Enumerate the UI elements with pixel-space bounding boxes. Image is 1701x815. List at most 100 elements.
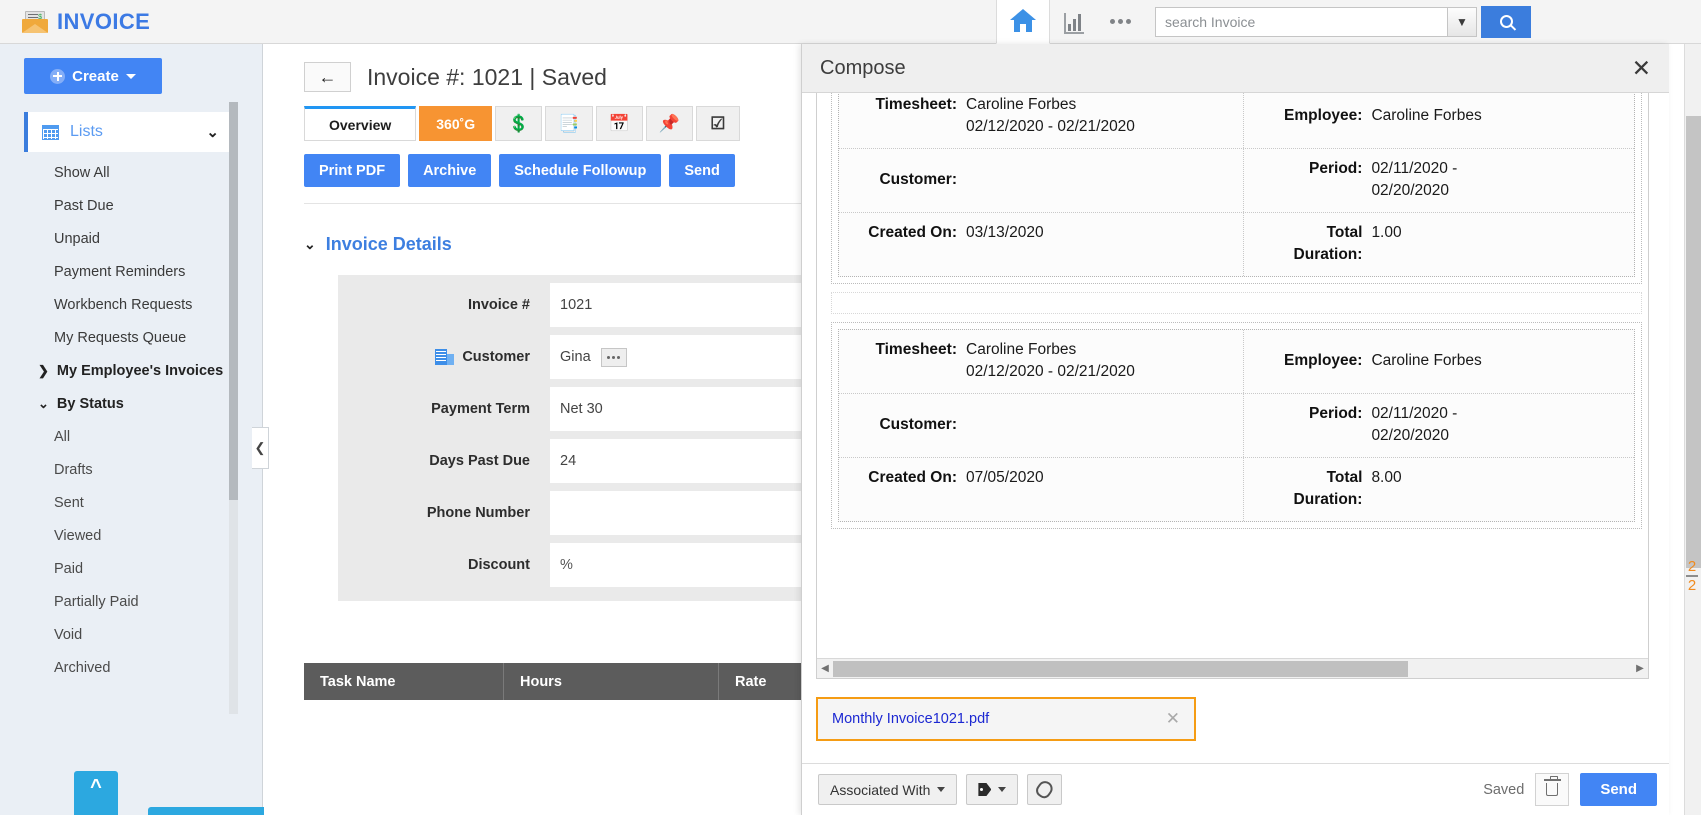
sidebar-item-my-employees-invoices[interactable]: ❯ My Employee's Invoices	[0, 354, 262, 387]
delete-draft-button[interactable]	[1535, 773, 1569, 806]
total-duration-value: 1.00	[1371, 222, 1401, 267]
customer-lookup-button[interactable]	[601, 348, 627, 367]
period-label: Period:	[1254, 158, 1362, 203]
tag-dropdown[interactable]	[966, 774, 1018, 805]
table-row: Customer: Period: 02/11/2020 - 02/20/202…	[839, 149, 1634, 213]
associated-with-dropdown[interactable]: Associated With	[818, 774, 957, 805]
create-button[interactable]: Create	[24, 58, 162, 94]
timesheet-block: Timesheet: Caroline Forbes 02/12/2020 - …	[831, 322, 1642, 529]
timesheet-label: Timesheet:	[849, 339, 957, 384]
timesheet-value: Caroline Forbes 02/12/2020 - 02/21/2020	[966, 94, 1136, 139]
search-submit-button[interactable]	[1481, 6, 1531, 38]
customer-label-text: Customer	[462, 349, 530, 365]
timesheet-cell: Timesheet: Caroline Forbes 02/12/2020 - …	[839, 330, 1244, 393]
scroll-left-arrow-icon[interactable]: ◀	[817, 663, 833, 674]
search-scope-dropdown[interactable]: ▼	[1447, 7, 1477, 37]
top-bar: $ INVOICE ▼	[0, 0, 1701, 44]
tab-360[interactable]: 360˚G	[419, 106, 492, 141]
chevron-up-icon: ^	[90, 781, 102, 793]
sidebar-item-past-due[interactable]: Past Due	[0, 189, 262, 222]
page-scrollbar-thumb[interactable]	[1686, 116, 1701, 568]
hscroll-track[interactable]	[833, 661, 1632, 677]
sidebar-item-archived[interactable]: Archived	[0, 651, 262, 684]
pin-icon: 📌	[659, 114, 680, 134]
back-button[interactable]: ←	[304, 62, 351, 92]
sidebar: Create Lists ⌄ Show All Past Due Unpaid …	[0, 44, 263, 815]
table-row: Customer: Period: 02/11/2020 - 02/20/202…	[839, 394, 1634, 458]
scroll-right-arrow-icon[interactable]: ▶	[1632, 663, 1648, 674]
compose-panel: Compose ✕ Timesheet: Caroline Forbes 02/…	[801, 44, 1669, 815]
tab-money[interactable]: 💲	[495, 106, 542, 141]
compose-footer: Associated With Saved Send	[802, 763, 1669, 815]
sidebar-item-my-requests-queue[interactable]: My Requests Queue	[0, 321, 262, 354]
chevron-down-icon	[126, 74, 136, 79]
archive-button[interactable]: Archive	[408, 154, 491, 187]
employee-value: Caroline Forbes	[1371, 350, 1481, 372]
brand-title: INVOICE	[57, 9, 150, 35]
sidebar-collapse-handle[interactable]: ❮	[252, 427, 269, 469]
sidebar-item-viewed[interactable]: Viewed	[0, 519, 262, 552]
sidebar-item-unpaid[interactable]: Unpaid	[0, 222, 262, 255]
message-scroll-pane: Timesheet: Caroline Forbes 02/12/2020 - …	[817, 93, 1648, 658]
hscroll-thumb[interactable]	[833, 661, 1408, 677]
tab-label: 360˚G	[436, 116, 475, 132]
sidebar-item-show-all[interactable]: Show All	[0, 156, 262, 189]
sidebar-item-lists[interactable]: Lists ⌄	[24, 112, 230, 152]
section-title-label: Invoice Details	[326, 234, 452, 255]
scroll-to-top-button[interactable]: ^	[74, 771, 118, 815]
send-button[interactable]: Send	[669, 154, 734, 187]
chevron-down-icon[interactable]: ⌄	[206, 123, 219, 141]
sidebar-item-partially-paid[interactable]: Partially Paid	[0, 585, 262, 618]
sidebar-item-label: Past Due	[54, 198, 114, 214]
compose-send-button[interactable]: Send	[1580, 773, 1657, 806]
attachment-chip[interactable]: Monthly Invoice1021.pdf ✕	[816, 697, 1196, 741]
schedule-followup-button[interactable]: Schedule Followup	[499, 154, 661, 187]
attach-file-button[interactable]	[1027, 774, 1062, 805]
tab-overview[interactable]: Overview	[304, 106, 416, 141]
timesheet-spacer	[831, 292, 1642, 314]
grid-icon	[42, 125, 59, 140]
tab-calendar[interactable]: 📅	[596, 106, 643, 141]
tab-tasks[interactable]: ☑	[696, 106, 740, 141]
employee-label: Employee:	[1254, 105, 1362, 127]
search-input[interactable]	[1155, 7, 1447, 37]
print-pdf-button[interactable]: Print PDF	[304, 154, 400, 187]
column-header-hours: Hours	[504, 663, 719, 700]
sidebar-item-by-status[interactable]: ⌄ By Status	[0, 387, 262, 420]
sidebar-item-all[interactable]: All	[0, 420, 262, 453]
tab-details[interactable]: 📑	[545, 106, 592, 141]
tab-pin[interactable]: 📌	[646, 106, 693, 141]
invoice-number-value: 1021	[560, 297, 592, 313]
customer-value: Gina	[560, 349, 591, 365]
brand: $ INVOICE	[0, 0, 996, 44]
page-scrollbar[interactable]	[1684, 44, 1701, 815]
sidebar-scrollbar[interactable]	[229, 102, 238, 714]
sidebar-scrollbar-thumb[interactable]	[229, 102, 238, 500]
attachment-name[interactable]: Monthly Invoice1021.pdf	[832, 711, 1166, 727]
sidebar-item-drafts[interactable]: Drafts	[0, 453, 262, 486]
bar-chart-icon[interactable]	[1064, 10, 1088, 34]
back-arrow-icon: ←	[319, 67, 337, 88]
more-dots-icon[interactable]	[1110, 19, 1131, 24]
sidebar-item-sent[interactable]: Sent	[0, 486, 262, 519]
message-editor[interactable]: Timesheet: Caroline Forbes 02/12/2020 - …	[816, 93, 1649, 679]
sidebar-item-payment-reminders[interactable]: Payment Reminders	[0, 255, 262, 288]
compose-header: Compose ✕	[802, 44, 1669, 93]
chevron-down-icon: ⌄	[38, 396, 49, 412]
timesheet-card: Timesheet: Caroline Forbes 02/12/2020 - …	[838, 329, 1635, 522]
sidebar-item-label: Paid	[54, 561, 83, 577]
sidebar-item-void[interactable]: Void	[0, 618, 262, 651]
total-duration-label: Total Duration:	[1254, 222, 1362, 267]
page-total: 2	[1688, 577, 1696, 594]
compose-body: Timesheet: Caroline Forbes 02/12/2020 - …	[802, 93, 1669, 763]
close-icon[interactable]: ✕	[1632, 57, 1651, 80]
compose-title: Compose	[820, 57, 1632, 80]
invoice-number-label: Invoice #	[338, 283, 534, 327]
message-horizontal-scrollbar[interactable]: ◀ ▶	[817, 658, 1648, 678]
sidebar-item-paid[interactable]: Paid	[0, 552, 262, 585]
sidebar-item-label: My Requests Queue	[54, 330, 186, 346]
close-icon[interactable]: ✕	[1166, 709, 1180, 729]
home-button[interactable]	[996, 0, 1050, 44]
page-indicator: 2 2	[1684, 558, 1700, 594]
sidebar-item-workbench-requests[interactable]: Workbench Requests	[0, 288, 262, 321]
